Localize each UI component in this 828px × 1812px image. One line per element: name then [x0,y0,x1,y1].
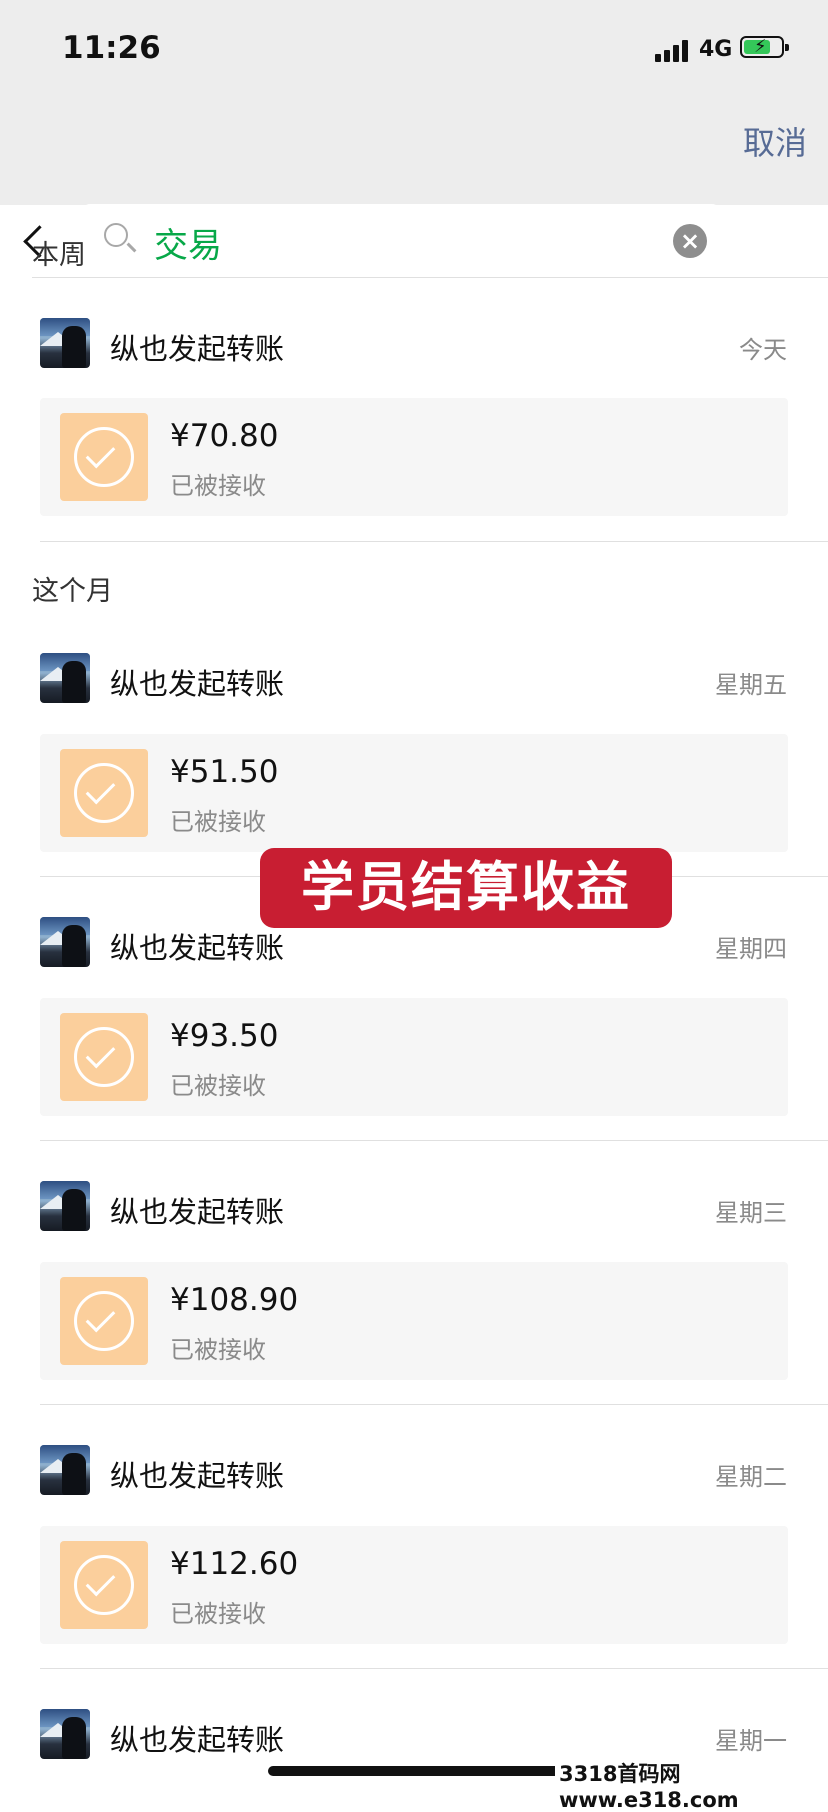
search-bar: 交易 × 取消 [0,100,828,276]
transaction-date: 今天 [739,336,787,364]
battery-icon: ⚡ [740,36,789,58]
avatar [40,1709,90,1759]
transfer-card[interactable]: ¥93.50 已被接收 [40,998,788,1116]
transfer-card[interactable]: ¥70.80 已被接收 [40,398,788,516]
transaction-date: 星期一 [715,1727,787,1755]
transfer-amount: ¥112.60 [170,1546,299,1582]
transaction-date: 星期五 [715,671,787,699]
transfer-card[interactable]: ¥51.50 已被接收 [40,734,788,852]
status-bar: 11:26 4G ⚡ [0,0,828,100]
transfer-status: 已被接收 [170,808,266,836]
home-indicator[interactable] [268,1766,560,1776]
transaction-title: 纵也发起转账 [110,931,285,965]
section-header-this-week: 本周 [32,240,86,271]
transfer-accepted-icon [60,1277,148,1365]
divider [40,541,828,542]
transfer-card[interactable]: ¥112.60 已被接收 [40,1526,788,1644]
transaction-date: 星期四 [715,935,787,963]
transfer-accepted-icon [60,749,148,837]
divider [40,1404,828,1405]
transfer-status: 已被接收 [170,1600,266,1628]
transaction-title: 纵也发起转账 [110,1195,285,1229]
transaction-title: 纵也发起转账 [110,332,285,366]
transaction-title: 纵也发起转账 [110,1723,285,1757]
avatar [40,1445,90,1495]
divider [32,277,828,278]
transfer-accepted-icon [60,1013,148,1101]
transfer-amount: ¥108.90 [170,1282,299,1318]
avatar [40,1181,90,1231]
signal-icon [655,38,689,62]
divider [40,1140,828,1141]
transaction-title: 纵也发起转账 [110,1459,285,1493]
avatar [40,318,90,368]
transaction-title: 纵也发起转账 [110,667,285,701]
watermark: 3318首码网www.e318.com [555,1758,828,1812]
transfer-status: 已被接收 [170,1072,266,1100]
transfer-amount: ¥51.50 [170,754,279,790]
transfer-amount: ¥70.80 [170,418,279,454]
transaction-date: 星期三 [715,1199,787,1227]
divider [40,1668,828,1669]
avatar [40,653,90,703]
transfer-accepted-icon [60,413,148,501]
transfer-card[interactable]: ¥108.90 已被接收 [40,1262,788,1380]
network-type: 4G [699,37,733,62]
overlay-caption: 学员结算收益 [260,848,672,928]
cancel-button[interactable]: 取消 [743,118,807,164]
transfer-amount: ¥93.50 [170,1018,279,1054]
transfer-status: 已被接收 [170,1336,266,1364]
transaction-date: 星期二 [715,1463,787,1491]
search-query[interactable]: 交易 [154,218,222,267]
search-icon [104,223,128,247]
transfer-accepted-icon [60,1541,148,1629]
section-header-this-month: 这个月 [32,576,113,607]
avatar [40,917,90,967]
search-input[interactable]: 交易 × [82,204,720,276]
transfer-status: 已被接收 [170,472,266,500]
clear-icon[interactable]: × [673,224,707,258]
status-time: 11:26 [62,30,161,66]
